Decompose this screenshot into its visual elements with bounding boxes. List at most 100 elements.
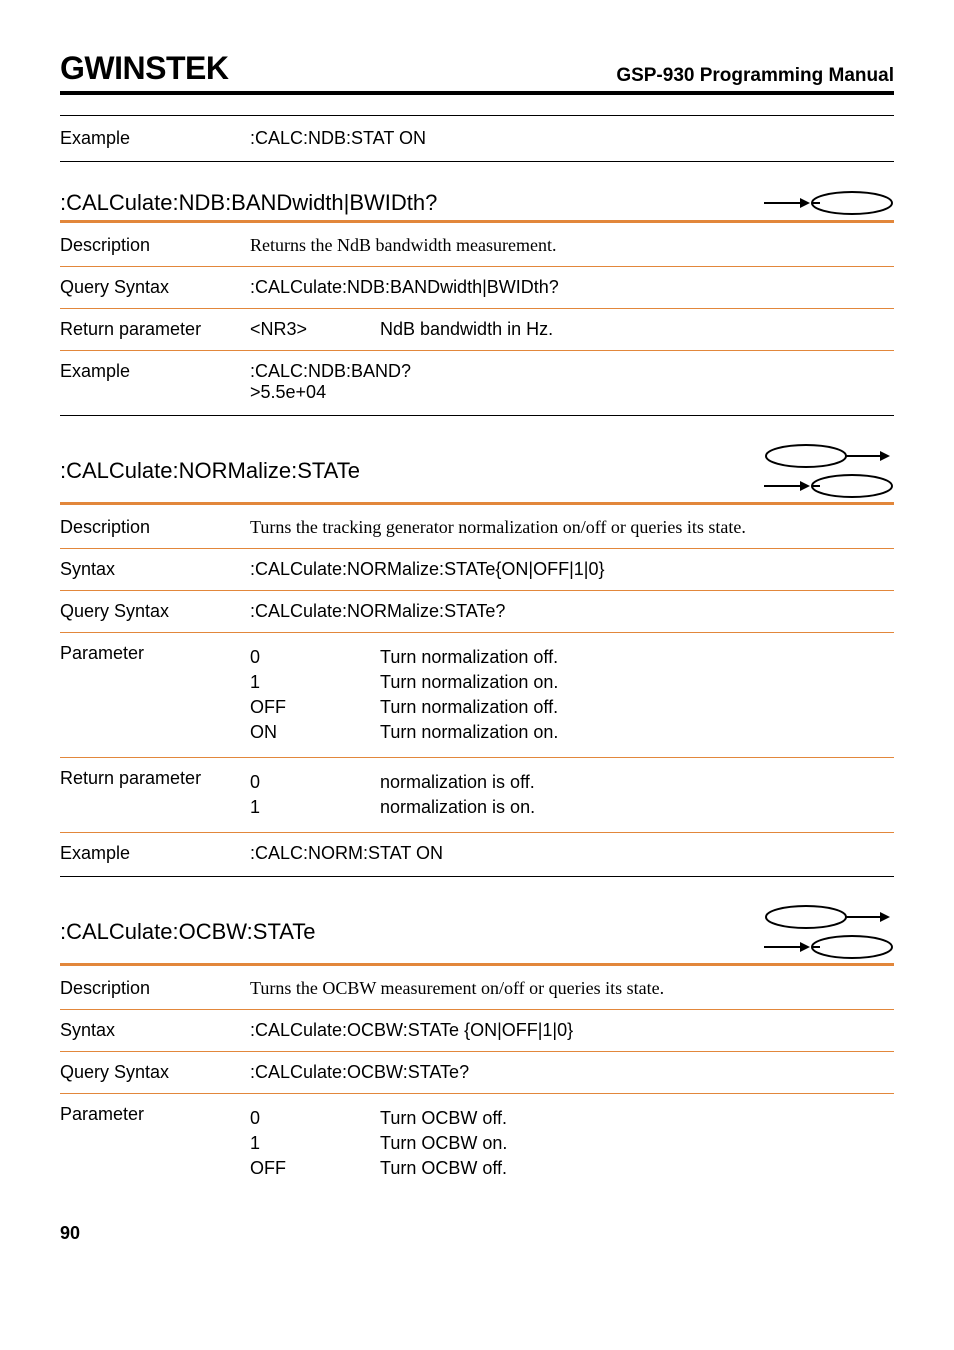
- description-label: Description: [60, 517, 250, 538]
- parameter-list: 0Turn normalization off. 1Turn normaliza…: [250, 643, 894, 747]
- param-key: 1: [250, 797, 380, 818]
- command-header: :CALCulate:NDB:BANDwidth|BWIDth?: [60, 190, 894, 216]
- list-item: OFFTurn OCBW off.: [250, 1158, 894, 1179]
- query-syntax-label: Query Syntax: [60, 601, 250, 622]
- query-icon: [764, 191, 894, 215]
- query-syntax-value: :CALCulate:OCBW:STATe?: [250, 1062, 894, 1083]
- param-desc: Turn OCBW on.: [380, 1133, 894, 1154]
- divider: [60, 548, 894, 549]
- param-desc: Turn OCBW off.: [380, 1108, 894, 1129]
- set-query-icon: [764, 905, 894, 959]
- example-label: Example: [60, 843, 250, 864]
- query-syntax-label: Query Syntax: [60, 1062, 250, 1083]
- list-item: OFFTurn normalization off.: [250, 697, 894, 718]
- divider: [60, 632, 894, 633]
- example-row: Example :CALC:NDB:STAT ON: [60, 128, 894, 149]
- divider: [60, 115, 894, 116]
- syntax-label: Syntax: [60, 559, 250, 580]
- divider: [60, 590, 894, 591]
- divider: [60, 308, 894, 309]
- divider: [60, 161, 894, 162]
- example-value: :CALC:NDB:BAND? >5.5e+04: [250, 361, 894, 403]
- command-rule: [60, 220, 894, 223]
- parameter-row: Parameter 0Turn normalization off. 1Turn…: [60, 643, 894, 747]
- page-header: GWINSTEK GSP-930 Programming Manual: [60, 50, 894, 87]
- list-item: 0Turn OCBW off.: [250, 1108, 894, 1129]
- description-row: Description Returns the NdB bandwidth me…: [60, 235, 894, 256]
- param-desc: normalization is on.: [380, 797, 894, 818]
- description-text: Turns the tracking generator normalizati…: [250, 517, 894, 538]
- query-syntax-row: Query Syntax :CALCulate:NORMalize:STATe?: [60, 601, 894, 622]
- param-desc: Turn normalization on.: [380, 722, 894, 743]
- list-item: 1normalization is on.: [250, 797, 894, 818]
- syntax-value: :CALCulate:NORMalize:STATe{ON|OFF|1|0}: [250, 559, 894, 580]
- query-syntax-row: Query Syntax :CALCulate:NDB:BANDwidth|BW…: [60, 277, 894, 298]
- param-key: 1: [250, 672, 380, 693]
- query-syntax-label: Query Syntax: [60, 277, 250, 298]
- example-row: Example :CALC:NDB:BAND? >5.5e+04: [60, 361, 894, 403]
- divider: [60, 415, 894, 416]
- query-syntax-value: :CALCulate:NORMalize:STATe?: [250, 601, 894, 622]
- set-query-icon: [764, 444, 894, 498]
- syntax-value: :CALCulate:OCBW:STATe {ON|OFF|1|0}: [250, 1020, 894, 1041]
- param-desc: Turn normalization on.: [380, 672, 894, 693]
- parameter-row: Parameter 0Turn OCBW off. 1Turn OCBW on.…: [60, 1104, 894, 1183]
- description-text: Returns the NdB bandwidth measurement.: [250, 235, 894, 256]
- param-desc: Turn OCBW off.: [380, 1158, 894, 1179]
- command-title: :CALCulate:NDB:BANDwidth|BWIDth?: [60, 190, 437, 216]
- syntax-row: Syntax :CALCulate:OCBW:STATe {ON|OFF|1|0…: [60, 1020, 894, 1041]
- syntax-row: Syntax :CALCulate:NORMalize:STATe{ON|OFF…: [60, 559, 894, 580]
- query-syntax-value: :CALCulate:NDB:BANDwidth|BWIDth?: [250, 277, 894, 298]
- description-row: Description Turns the tracking generator…: [60, 517, 894, 538]
- command-header: :CALCulate:OCBW:STATe: [60, 905, 894, 959]
- divider: [60, 350, 894, 351]
- list-item: 1Turn normalization on.: [250, 672, 894, 693]
- command-rule: [60, 502, 894, 505]
- parameter-label: Parameter: [60, 1104, 250, 1183]
- example-value: :CALC:NDB:STAT ON: [250, 128, 894, 149]
- divider: [60, 1051, 894, 1052]
- example-line: :CALC:NDB:BAND?: [250, 361, 894, 382]
- parameter-label: Parameter: [60, 643, 250, 747]
- description-label: Description: [60, 235, 250, 256]
- manual-title: GSP-930 Programming Manual: [616, 65, 894, 87]
- return-param-row: Return parameter 0normalization is off. …: [60, 768, 894, 822]
- command-title: :CALCulate:NORMalize:STATe: [60, 458, 360, 484]
- return-param-list: 0normalization is off. 1normalization is…: [250, 768, 894, 822]
- example-label: Example: [60, 361, 250, 403]
- description-text: Turns the OCBW measurement on/off or que…: [250, 978, 894, 999]
- param-key: OFF: [250, 697, 380, 718]
- list-item: 0Turn normalization off.: [250, 647, 894, 668]
- param-key: 1: [250, 1133, 380, 1154]
- return-param-desc: NdB bandwidth in Hz.: [380, 319, 894, 340]
- page-number: 90: [60, 1223, 894, 1244]
- command-title: :CALCulate:OCBW:STATe: [60, 919, 316, 945]
- param-desc: Turn normalization off.: [380, 647, 894, 668]
- command-rule: [60, 963, 894, 966]
- example-value: :CALC:NORM:STAT ON: [250, 843, 894, 864]
- list-item: 1Turn OCBW on.: [250, 1133, 894, 1154]
- return-param-type: <NR3>: [250, 319, 380, 340]
- divider: [60, 876, 894, 877]
- return-param-label: Return parameter: [60, 768, 250, 822]
- description-row: Description Turns the OCBW measurement o…: [60, 978, 894, 999]
- param-key: ON: [250, 722, 380, 743]
- header-rule: [60, 91, 894, 95]
- query-syntax-row: Query Syntax :CALCulate:OCBW:STATe?: [60, 1062, 894, 1083]
- description-label: Description: [60, 978, 250, 999]
- example-row: Example :CALC:NORM:STAT ON: [60, 843, 894, 864]
- divider: [60, 832, 894, 833]
- param-key: 0: [250, 772, 380, 793]
- divider: [60, 757, 894, 758]
- param-key: 0: [250, 647, 380, 668]
- return-param-label: Return parameter: [60, 319, 250, 340]
- brand-logo: GWINSTEK: [60, 50, 228, 87]
- syntax-label: Syntax: [60, 1020, 250, 1041]
- param-key: 0: [250, 1108, 380, 1129]
- return-param-row: Return parameter <NR3> NdB bandwidth in …: [60, 319, 894, 340]
- divider: [60, 1093, 894, 1094]
- list-item: 0normalization is off.: [250, 772, 894, 793]
- param-desc: normalization is off.: [380, 772, 894, 793]
- example-line: >5.5e+04: [250, 382, 894, 403]
- divider: [60, 1009, 894, 1010]
